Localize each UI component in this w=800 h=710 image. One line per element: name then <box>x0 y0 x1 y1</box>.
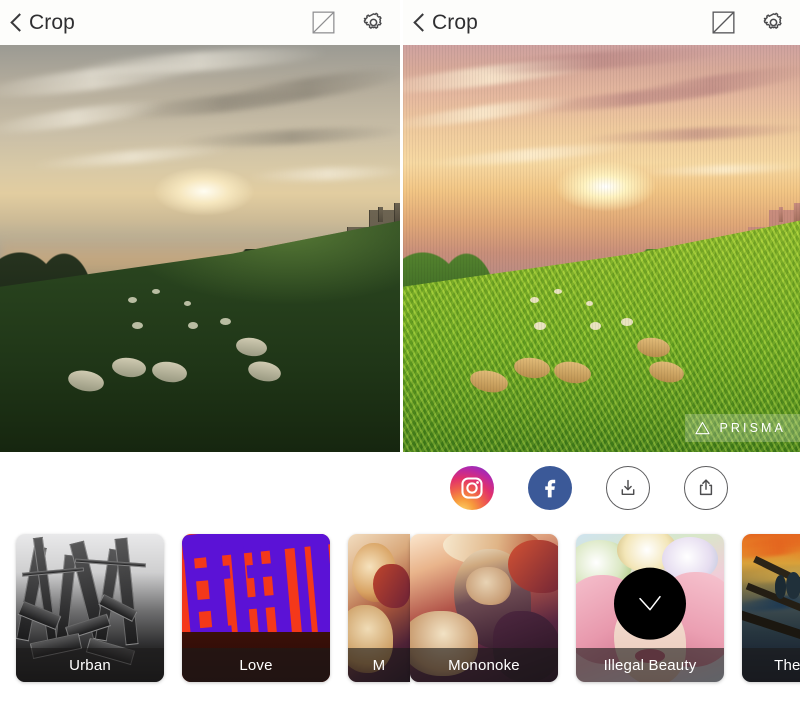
pane-original: Crop <box>0 0 400 452</box>
prisma-watermark: PRISMA <box>685 414 800 442</box>
instagram-icon <box>461 477 483 499</box>
share-instagram-button[interactable] <box>450 466 494 510</box>
back-button-original[interactable]: Crop <box>10 12 75 34</box>
crop-label-stylized: Crop <box>432 11 478 34</box>
back-button-stylized[interactable]: Crop <box>413 12 478 34</box>
gear-icon[interactable] <box>361 10 386 35</box>
facebook-icon <box>545 479 556 498</box>
filter-label-illegal-beauty: Illegal Beauty <box>603 656 697 674</box>
gear-icon[interactable] <box>761 10 786 35</box>
share-button-row <box>0 452 800 524</box>
filter-caption-illegal-beauty: Illegal Beauty <box>576 648 724 682</box>
download-button[interactable] <box>606 466 650 510</box>
triangle-outline-icon <box>695 421 711 435</box>
pane-stylized: Crop PRISMA <box>400 0 800 452</box>
filter-caption-the-scream: The Scream <box>742 648 800 682</box>
filter-label-love: Love <box>239 656 273 674</box>
chevron-left-icon <box>413 12 426 34</box>
filter-caption-love: Love <box>182 648 330 682</box>
share-facebook-button[interactable] <box>528 466 572 510</box>
square-diagonal-compare-icon[interactable] <box>712 11 735 34</box>
filter-selected-badge <box>614 567 686 640</box>
download-icon <box>621 479 635 496</box>
prisma-watermark-label: PRISMA <box>719 420 786 435</box>
filter-thumb-urban[interactable]: Urban <box>16 534 164 682</box>
filter-label-m: M <box>372 656 386 674</box>
header-actions-original <box>312 10 386 35</box>
filter-thumb-love[interactable]: Love <box>182 534 330 682</box>
square-diagonal-compare-icon[interactable] <box>312 11 335 34</box>
filter-track: Urban Love M Mononoke Illegal Beauty The <box>16 534 800 682</box>
filter-thumb-illegal-beauty[interactable]: Illegal Beauty <box>576 534 724 682</box>
prisma-editor-screen: Crop Crop PRISMA Urban Love M Mononoke I… <box>0 0 800 710</box>
photo-original[interactable] <box>0 45 400 452</box>
share-upload-icon <box>699 479 713 496</box>
header-actions-stylized <box>712 10 786 35</box>
chevron-left-icon <box>10 12 23 34</box>
filter-carousel[interactable]: Urban Love M Mononoke Illegal Beauty The <box>0 524 800 710</box>
filter-thumb-mononoke[interactable]: Mononoke <box>410 534 558 682</box>
photo-stylized[interactable]: PRISMA <box>403 45 800 452</box>
filter-label-the-scream: The Scream <box>774 656 800 674</box>
filter-thumb-the-scream[interactable]: The Scream <box>742 534 800 682</box>
crop-label-original: Crop <box>29 11 75 34</box>
filter-label-urban: Urban <box>69 656 111 674</box>
filter-caption-m: M <box>348 648 410 682</box>
filter-caption-urban: Urban <box>16 648 164 682</box>
share-button[interactable] <box>684 466 728 510</box>
header-bar-stylized: Crop <box>403 0 800 45</box>
comparison-panes: Crop Crop PRISMA <box>0 0 800 452</box>
filter-thumb-m[interactable]: M <box>348 534 410 682</box>
filter-label-mononoke: Mononoke <box>448 656 520 674</box>
filter-caption-mononoke: Mononoke <box>410 648 558 682</box>
header-bar-original: Crop <box>0 0 400 45</box>
checkmark-icon <box>639 595 661 611</box>
